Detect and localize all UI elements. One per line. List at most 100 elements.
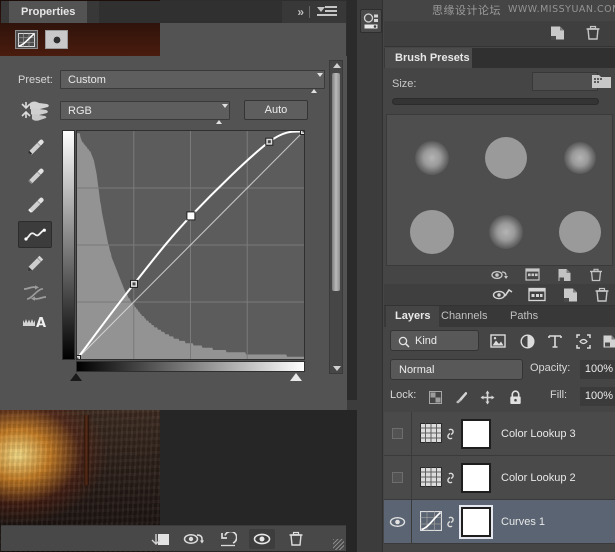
smooth-curve-icon[interactable] (18, 279, 52, 306)
new-item-icon[interactable] (549, 25, 569, 43)
delete-brush-icon[interactable] (585, 267, 607, 282)
chevron-updown-icon (216, 103, 228, 124)
brush-presets-panel: Brush Presets Size: (384, 48, 615, 284)
panel-resize-grip[interactable] (333, 539, 344, 550)
layer-row[interactable]: Color Lookup 3 (384, 411, 615, 456)
curve-plot-area[interactable] (76, 130, 305, 360)
toggle-visibility-icon[interactable] (249, 529, 275, 549)
filter-pixel-layers-icon[interactable] (488, 331, 508, 351)
scrollbar-thumb[interactable] (332, 73, 340, 291)
curves-graph[interactable] (62, 130, 305, 381)
layer-mask-thumbnail[interactable] (461, 418, 491, 449)
layer-name: Color Lookup 3 (501, 427, 576, 440)
lock-position-icon[interactable] (476, 388, 498, 407)
brush-preset-hard-medium2[interactable] (410, 210, 454, 254)
opacity-value[interactable]: 100% (580, 360, 615, 379)
output-gradient-bar (62, 130, 75, 360)
layer-mask-link-icon[interactable] (442, 467, 459, 489)
lock-label: Lock: (390, 389, 417, 401)
filter-shape-layers-icon[interactable] (573, 331, 593, 351)
brush-dock-toolbar (384, 21, 615, 47)
input-gradient-bar (76, 361, 305, 372)
brush-preset-grid[interactable] (386, 114, 613, 266)
tab-properties[interactable]: Properties (9, 1, 88, 23)
lock-image-pixels-icon[interactable] (450, 388, 472, 407)
white-point-handle[interactable] (290, 373, 302, 381)
brush-preset-hard-large[interactable] (559, 211, 601, 253)
brush-preset-hard-medium[interactable] (485, 137, 527, 179)
layer-row[interactable]: Color Lookup 2 (384, 455, 615, 500)
scroll-down-arrow-icon[interactable] (333, 366, 341, 371)
chevron-updown-icon (464, 334, 471, 347)
brush-preset-soft-small[interactable] (415, 141, 449, 175)
layer-mask-thumbnail[interactable] (461, 462, 491, 493)
auto-button[interactable]: Auto (244, 100, 308, 120)
layer-mask-link-icon[interactable] (442, 511, 459, 533)
toggle-brush-preview-icon[interactable] (489, 267, 511, 282)
brush-preset-soft-small2[interactable] (564, 142, 596, 174)
double-chevron-right-icon[interactable]: » (297, 5, 304, 19)
gray-point-eyedropper-icon[interactable] (18, 163, 52, 190)
black-point-eyedropper-icon[interactable] (18, 134, 52, 161)
panel-menu-icon[interactable] (317, 6, 337, 18)
preview-toggle-icon[interactable] (181, 529, 207, 549)
layer-mask-icon (45, 30, 68, 49)
brush-settings-dock-icon[interactable] (360, 9, 382, 33)
layer-mask-link-icon[interactable] (442, 423, 459, 445)
scroll-up-arrow-icon[interactable] (333, 63, 341, 68)
trash-icon[interactable] (585, 25, 605, 43)
photoshop-window: Properties » Preset: Custom RGB Auto A 思… (0, 0, 615, 552)
brush-panel-footer (386, 266, 613, 282)
filter-kind-select[interactable]: Kind (390, 330, 479, 351)
reset-adjustment-icon[interactable] (215, 529, 241, 549)
color-lookup-thumb[interactable] (420, 466, 442, 489)
watermark-chinese: 思缘设计论坛 (432, 3, 501, 17)
channel-row: RGB Auto (18, 98, 333, 124)
brush-panel-icon[interactable] (521, 267, 543, 282)
curves-thumb[interactable] (419, 510, 443, 533)
curves-adjustment-icon (15, 30, 38, 49)
layer-filter-row: Kind (384, 327, 615, 355)
brush-preset-soft-small3[interactable] (489, 215, 523, 249)
blend-mode-select[interactable]: Normal (390, 359, 523, 380)
black-point-handle[interactable] (70, 373, 82, 381)
on-image-adjust-icon[interactable] (18, 98, 54, 122)
color-lookup-thumb[interactable] (420, 422, 442, 445)
filter-smart-object-icon[interactable] (599, 331, 615, 351)
new-brush-icon[interactable] (553, 267, 575, 282)
layer-visibility-eye-icon[interactable] (384, 499, 412, 544)
clipping-warning-icon[interactable]: A (18, 308, 52, 335)
canvas-pole (84, 415, 89, 485)
link-layers-icon[interactable] (492, 287, 514, 303)
pencil-draw-curve-icon[interactable] (18, 250, 52, 277)
delete-adjustment-icon[interactable] (283, 529, 309, 549)
channel-select[interactable]: RGB (60, 100, 230, 124)
curve-point-tool-icon[interactable] (18, 221, 52, 248)
tab-paths[interactable]: Paths (501, 306, 547, 327)
delete-layer-icon[interactable] (594, 287, 612, 303)
brush-folder-icon[interactable] (591, 70, 613, 92)
lock-transparent-pixels-icon[interactable] (424, 388, 446, 407)
layer-visibility-off[interactable] (384, 411, 412, 456)
lock-row: Lock: Fill: 100% (384, 384, 615, 410)
properties-scrollbar[interactable] (329, 60, 343, 374)
tab-brush-presets[interactable]: Brush Presets (385, 48, 480, 68)
layer-name: Curves 1 (501, 515, 546, 528)
fill-value[interactable]: 100% (580, 387, 615, 406)
clip-to-layer-icon[interactable] (147, 529, 173, 549)
layer-mask-thumbnail[interactable] (461, 506, 491, 537)
white-point-eyedropper-icon[interactable] (18, 192, 52, 219)
filter-adjustment-layers-icon[interactable] (517, 331, 537, 351)
layer-row[interactable]: Curves 1 (384, 499, 615, 544)
preset-select[interactable]: Custom (60, 70, 325, 93)
brush-size-slider[interactable] (392, 98, 599, 105)
chevron-updown-icon (508, 363, 515, 376)
layer-list[interactable]: Color Lookup 3 Color Lookup 2 Curves 1 (384, 411, 615, 552)
new-layer-icon[interactable] (562, 287, 582, 303)
filter-type-layers-icon[interactable] (545, 331, 565, 351)
brush-size-field[interactable] (532, 72, 598, 91)
layer-style-icon[interactable] (528, 287, 548, 303)
tab-channels[interactable]: Channels (432, 306, 496, 327)
lock-all-icon[interactable] (504, 388, 526, 407)
layer-visibility-off[interactable] (384, 455, 412, 500)
